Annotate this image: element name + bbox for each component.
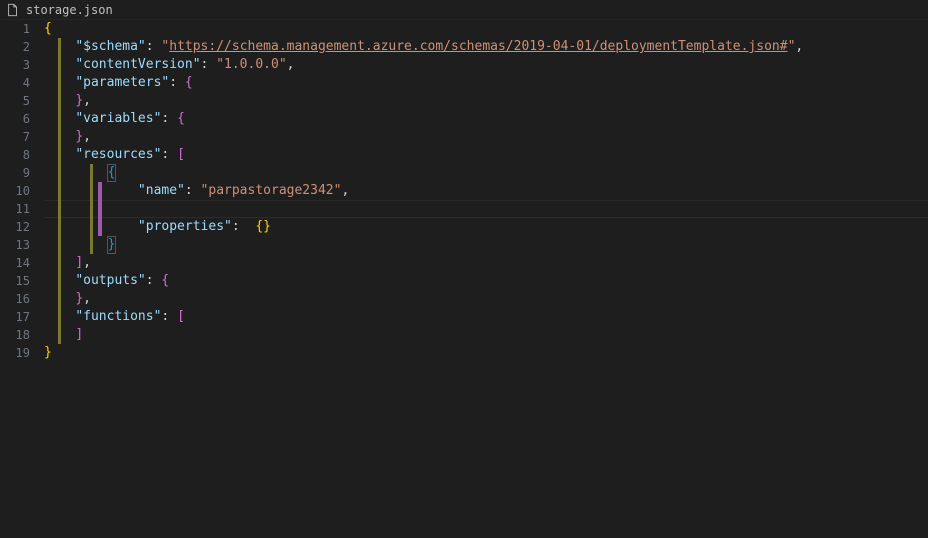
code-line[interactable]: "$schema": "https://schema.management.az… <box>44 38 928 56</box>
code-line[interactable]: }, <box>44 128 928 146</box>
code-line[interactable]: }, <box>44 92 928 110</box>
code-line[interactable]: "name": "parpastorage2342", <box>44 182 928 200</box>
file-icon <box>6 3 20 17</box>
code-line[interactable]: ] <box>44 326 928 344</box>
gutter: 1 2 3 4 5 6 7 8 9 10 11 12 13 14 15 16 1… <box>0 20 44 538</box>
code-line[interactable]: "properties": {} <box>44 218 928 236</box>
editor[interactable]: 1 2 3 4 5 6 7 8 9 10 11 12 13 14 15 16 1… <box>0 20 928 538</box>
code-line[interactable] <box>44 200 928 218</box>
code-line[interactable]: { <box>44 20 928 38</box>
code-area[interactable]: { "$schema": "https://schema.management.… <box>44 20 928 538</box>
code-line[interactable]: { <box>44 164 928 182</box>
code-line[interactable]: }, <box>44 290 928 308</box>
code-line[interactable]: ], <box>44 254 928 272</box>
schema-url[interactable]: https://schema.management.azure.com/sche… <box>169 39 787 54</box>
code-line[interactable]: "resources": [ <box>44 146 928 164</box>
code-line[interactable]: } <box>44 236 928 254</box>
tab-filename: storage.json <box>26 3 113 17</box>
code-line[interactable]: } <box>44 344 928 362</box>
code-line[interactable]: "functions": [ <box>44 308 928 326</box>
tab-storage-json[interactable]: storage.json <box>6 3 113 17</box>
code-line[interactable]: "outputs": { <box>44 272 928 290</box>
code-line[interactable]: "parameters": { <box>44 74 928 92</box>
code-line[interactable]: "variables": { <box>44 110 928 128</box>
code-line[interactable]: "contentVersion": "1.0.0.0", <box>44 56 928 74</box>
tab-bar: storage.json <box>0 0 928 20</box>
